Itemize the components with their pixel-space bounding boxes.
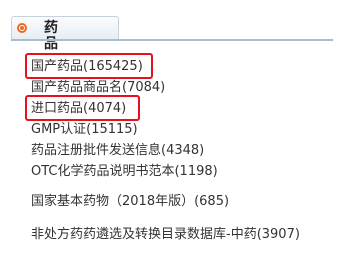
bullet-circle-icon — [17, 23, 27, 33]
link-drug-registration-approvals[interactable]: 药品注册批件发送信息(4348) — [31, 143, 204, 158]
section-title: 药 品 — [44, 20, 72, 52]
link-national-essential-drugs[interactable]: 国家基本药物（2018年版）(685) — [31, 194, 229, 209]
header-divider — [11, 39, 333, 41]
link-otc-instruction-templates[interactable]: OTC化学药品说明书范本(1198) — [31, 164, 218, 179]
link-gmp-certification[interactable]: GMP认证(15115) — [31, 122, 138, 137]
section-header: 药 品 — [11, 16, 119, 52]
drug-category-panel: 药 品 国产药品(165425) 国产药品商品名(7084) 进口药品(4074… — [0, 0, 342, 256]
link-otc-selection-database-tcm[interactable]: 非处方药药遴选及转换目录数据库-中药(3907) — [31, 227, 300, 242]
link-domestic-drug-trade-names[interactable]: 国产药品商品名(7084) — [31, 80, 165, 95]
link-imported-drugs[interactable]: 进口药品(4074) — [31, 101, 126, 116]
link-domestic-drugs[interactable]: 国产药品(165425) — [31, 59, 143, 74]
